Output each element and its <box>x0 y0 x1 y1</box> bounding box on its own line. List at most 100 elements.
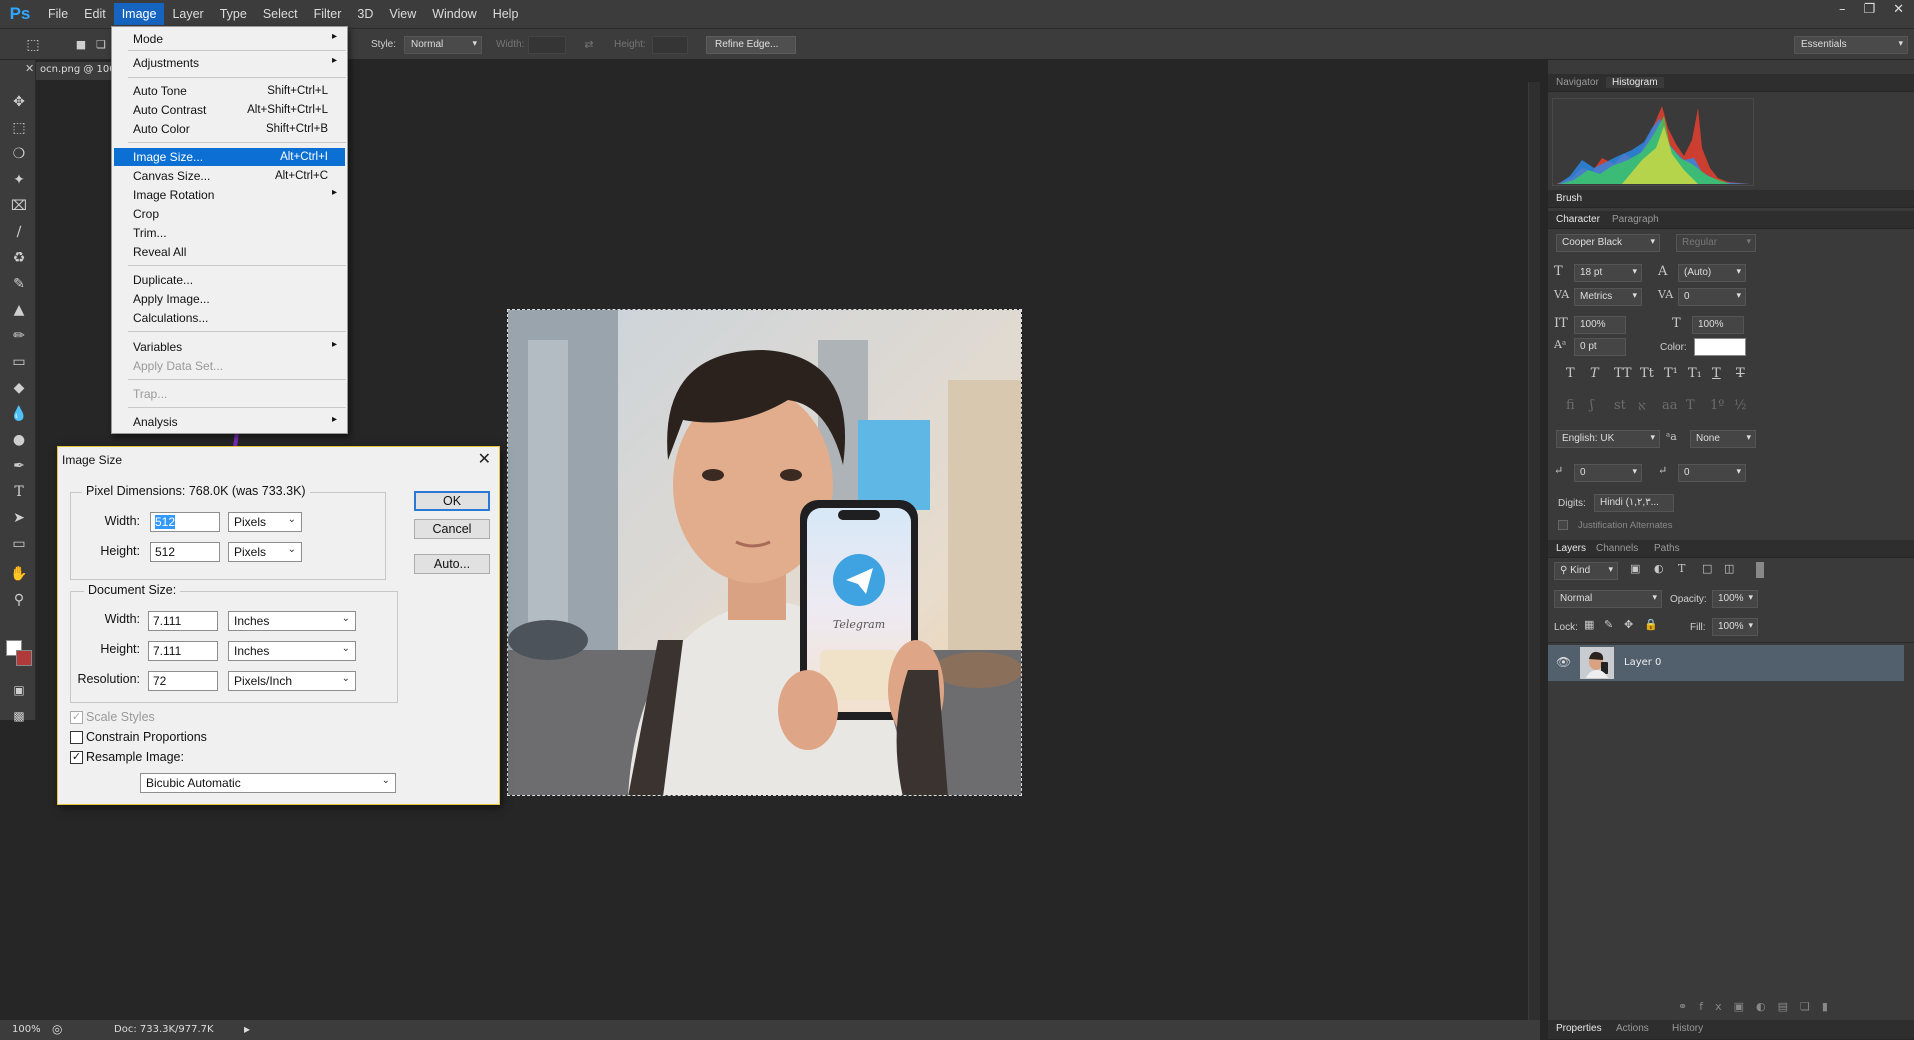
close-document-icon[interactable]: ✕ <box>25 62 34 75</box>
lock-position-icon[interactable]: ✥ <box>1624 618 1633 631</box>
folder-icon[interactable]: ▤ <box>1778 1000 1800 1013</box>
tab-actions[interactable]: Actions <box>1616 1023 1649 1034</box>
menu-filter[interactable]: Filter <box>306 3 350 25</box>
menu-duplicate[interactable]: Duplicate... <box>114 271 345 289</box>
resample-image-checkbox[interactable]: ✓ <box>70 751 83 764</box>
height-input[interactable] <box>652 36 688 54</box>
opacity-input[interactable]: 100% ▾ <box>1712 590 1758 608</box>
menu-adjustments[interactable]: Adjustments ▸ <box>114 54 345 72</box>
menu-edit[interactable]: Edit <box>76 3 114 25</box>
anti-alias-select[interactable]: None ▾ <box>1690 430 1756 448</box>
refine-edge-button[interactable]: Refine Edge... <box>706 36 796 54</box>
background-color-swatch[interactable] <box>16 650 32 666</box>
menu-mode[interactable]: Mode ▸ <box>114 30 345 48</box>
lock-transparent-icon[interactable]: ▦ <box>1584 618 1594 631</box>
baseline-shift-input[interactable]: 0 pt <box>1574 338 1626 356</box>
language-select[interactable]: English: UK ▾ <box>1556 430 1660 448</box>
filter-type-icon[interactable]: T <box>1678 562 1685 575</box>
add-selection-icon[interactable]: ❏ <box>90 35 112 55</box>
tracking-select[interactable]: 0 ▾ <box>1678 288 1746 306</box>
menu-auto-contrast[interactable]: Auto Contrast Alt+Shift+Ctrl+L <box>114 101 345 119</box>
style-select[interactable]: Normal ▾ <box>404 36 482 54</box>
space-after-select[interactable]: 0 ▾ <box>1678 464 1746 482</box>
stylistic-alternates-icon[interactable]: א <box>1638 398 1646 414</box>
link-icon[interactable]: ⚭ <box>1678 1000 1699 1013</box>
pixel-width-unit-select[interactable]: Pixels ⌄ <box>228 512 302 532</box>
resample-method-select[interactable]: Bicubic Automatic ⌄ <box>140 773 396 793</box>
space-before-select[interactable]: 0 ▾ <box>1574 464 1642 482</box>
vertical-scale-input[interactable]: 100% <box>1574 316 1626 334</box>
resolution-unit-select[interactable]: Pixels/Inch ⌄ <box>228 671 356 691</box>
minimize-icon[interactable]: – <box>1839 2 1846 17</box>
lock-all-icon[interactable]: 🔒 <box>1644 618 1658 631</box>
strikethrough-icon[interactable]: T <box>1736 366 1745 381</box>
blur-tool-icon[interactable]: 💧 <box>8 404 30 424</box>
leading-select[interactable]: (Auto) ▾ <box>1678 264 1746 282</box>
eraser-icon[interactable]: ▭ <box>8 352 30 372</box>
menu-image-rotation[interactable]: Image Rotation ▸ <box>114 186 345 204</box>
tab-channels[interactable]: Channels <box>1596 543 1638 554</box>
filter-smart-object-icon[interactable]: ◫ <box>1724 562 1734 575</box>
screen-mode-icon[interactable]: ▩ <box>8 706 30 726</box>
menu-layer[interactable]: Layer <box>164 3 211 25</box>
layer-name[interactable]: Layer 0 <box>1624 657 1661 668</box>
menu-select[interactable]: Select <box>255 3 306 25</box>
tab-history[interactable]: History <box>1672 1023 1703 1034</box>
font-style-select[interactable]: Regular ▾ <box>1676 234 1756 252</box>
menu-reveal-all[interactable]: Reveal All <box>114 243 345 261</box>
filter-toggle[interactable] <box>1756 562 1764 578</box>
tab-paragraph[interactable]: Paragraph <box>1612 214 1659 225</box>
history-brush-icon[interactable]: ✏ <box>8 326 30 346</box>
ordinals-icon[interactable]: T <box>1686 398 1695 413</box>
fractions-icon[interactable]: ½ <box>1734 398 1747 413</box>
menu-3d[interactable]: 3D <box>349 3 381 25</box>
swap-icon[interactable]: ⇄ <box>578 35 600 55</box>
magic-wand-icon[interactable]: ✦ <box>8 170 30 190</box>
width-input[interactable] <box>528 36 566 54</box>
rectangle-tool-icon[interactable]: ▭ <box>8 534 30 554</box>
eye-icon[interactable]: 👁 <box>1556 655 1571 669</box>
constrain-proportions-checkbox[interactable] <box>70 731 83 744</box>
brush-tool-icon[interactable]: ✎ <box>8 274 30 294</box>
status-info-icon[interactable]: ◎ <box>52 1022 62 1036</box>
titling-alternates-icon[interactable]: aa <box>1662 398 1678 413</box>
close-icon[interactable]: ✕ <box>478 449 491 469</box>
horizontal-scale-input[interactable]: 100% <box>1692 316 1744 334</box>
healing-brush-icon[interactable]: ♻ <box>8 248 30 268</box>
ligatures-icon[interactable]: fi <box>1566 398 1575 413</box>
pen-tool-icon[interactable]: ✒ <box>8 456 30 476</box>
filter-pixel-icon[interactable]: ▣ <box>1630 562 1640 575</box>
menu-view[interactable]: View <box>381 3 424 25</box>
layer-row[interactable]: 👁 Layer 0 <box>1548 645 1904 681</box>
hand-tool-icon[interactable]: ✋ <box>8 564 30 584</box>
canvas-image[interactable]: Telegram <box>507 309 1022 796</box>
lock-image-icon[interactable]: ✎ <box>1604 618 1613 631</box>
adjustment-layer-icon[interactable]: ◐ <box>1756 1000 1778 1013</box>
fx-icon[interactable]: fx <box>1699 1000 1733 1013</box>
text-color-swatch[interactable] <box>1694 338 1746 356</box>
marquee-preset-icon[interactable]: ⬚ <box>22 35 44 55</box>
justification-checkbox[interactable] <box>1558 520 1568 530</box>
mask-icon[interactable]: ▣ <box>1734 1000 1756 1013</box>
menu-auto-tone[interactable]: Auto Tone Shift+Ctrl+L <box>114 82 345 100</box>
tab-histogram[interactable]: Histogram <box>1606 77 1664 88</box>
blend-mode-select[interactable]: Normal ▾ <box>1554 590 1662 608</box>
lasso-tool-icon[interactable]: ❍ <box>8 144 30 164</box>
tab-brush[interactable]: Brush <box>1556 193 1582 204</box>
menu-apply-image[interactable]: Apply Image... <box>114 290 345 308</box>
menu-analysis[interactable]: Analysis ▸ <box>114 413 345 431</box>
paint-bucket-icon[interactable]: ◆ <box>8 378 30 398</box>
zoom-level[interactable]: 100% <box>12 1024 41 1035</box>
pixel-height-unit-select[interactable]: Pixels ⌄ <box>228 542 302 562</box>
zoom-tool-icon[interactable]: ⚲ <box>8 590 30 610</box>
canvas-scrollbar[interactable] <box>1528 82 1540 1020</box>
menu-trim[interactable]: Trim... <box>114 224 345 242</box>
menu-window[interactable]: Window <box>424 3 484 25</box>
dodge-tool-icon[interactable]: ● <box>8 430 30 450</box>
doc-width-unit-select[interactable]: Inches ⌄ <box>228 611 356 631</box>
document-tab[interactable]: ocn.png @ 100 <box>36 62 112 80</box>
tab-layers[interactable]: Layers <box>1556 543 1586 554</box>
menu-image-size[interactable]: Image Size... Alt+Ctrl+I <box>114 148 345 166</box>
menu-type[interactable]: Type <box>212 3 255 25</box>
filter-shape-icon[interactable]: □ <box>1702 562 1712 575</box>
